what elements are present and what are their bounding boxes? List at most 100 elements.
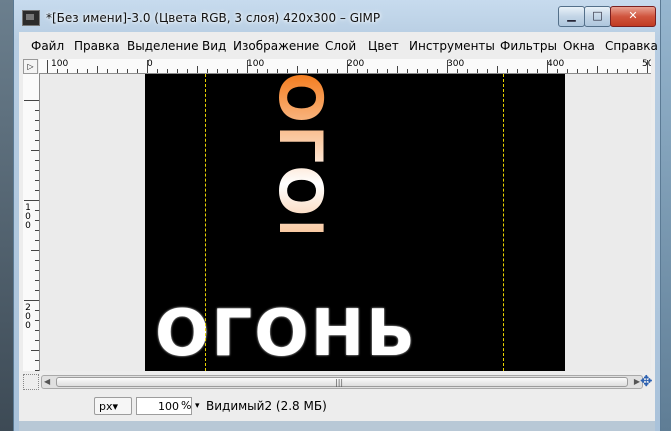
ruler-tick [387,69,388,73]
ruler-tick [137,69,138,73]
ruler-tick [35,110,39,111]
ruler-tick [617,69,618,73]
ruler-tick [167,69,168,73]
ruler-tick [31,350,39,351]
window-bottom-edge [19,421,655,431]
menu-select[interactable]: Выделение [127,39,198,53]
vertical-guide[interactable] [503,74,504,371]
ruler-tick [237,69,238,73]
ruler-tick [35,240,39,241]
ruler-tick [47,60,48,73]
ruler-tick [537,69,538,73]
ruler-tick [35,270,39,271]
horizontal-ruler[interactable]: 100 0 100 200 300 400 50 [39,59,651,74]
scrollbar-thumb[interactable]: ||| [56,377,628,387]
vertical-ruler[interactable]: 1 0 0 2 0 0 [23,74,40,371]
ruler-tick [307,69,308,73]
ruler-tick [35,260,39,261]
ruler-tick [117,69,118,73]
menu-image[interactable]: Изображение [233,39,319,53]
ruler-tick [477,69,478,73]
quick-mask-toggle[interactable] [23,374,39,390]
ruler-tick [77,69,78,73]
maximize-icon: □ [592,9,603,22]
ruler-tick [277,69,278,73]
ruler-tick [35,180,39,181]
menu-layer[interactable]: Слой [325,39,356,53]
ruler-tick [187,69,188,73]
minimize-button[interactable]: ▁ [558,6,585,27]
ruler-tick [397,66,398,73]
zoom-unit-label: % [181,399,192,412]
ruler-tick [227,69,228,73]
ruler-tick [417,69,418,73]
ruler-tick [377,69,378,73]
ruler-tick [35,310,39,311]
gimp-window: *[Без имени]-3.0 (Цвета RGB, 3 слоя) 420… [13,0,661,431]
menu-color[interactable]: Цвет [368,39,399,53]
ruler-tick [507,69,508,73]
close-button[interactable]: ✕ [610,6,656,27]
unit-select[interactable]: px▾ [94,397,132,415]
ruler-tick [317,69,318,73]
menu-tools[interactable]: Инструменты [409,39,495,53]
menu-bar: Файл Правка Выделение Вид Изображение Сл… [19,39,658,57]
ruler-tick [107,69,108,73]
ruler-tick [527,69,528,73]
ruler-label: 0 [25,221,31,231]
ruler-tick [31,250,39,251]
maximize-button[interactable]: □ [584,6,611,27]
ruler-label: 300 [447,59,465,69]
scroll-left-icon[interactable]: ◀ [44,376,50,387]
ruler-tick [597,66,598,73]
ruler-label: 0 [25,321,31,331]
navigate-icon[interactable]: ✥ [640,372,653,390]
ruler-tick [35,120,39,121]
status-message: Видимый2 (2.8 МБ) [206,399,327,413]
ruler-tick [87,69,88,73]
horizontal-scrollbar[interactable]: ◀ ||| ▶ [41,375,643,389]
vertical-guide[interactable] [205,74,206,371]
horizontal-text-layer[interactable]: ОГОНЬ [155,299,417,369]
ruler-tick [67,69,68,73]
zoom-dropdown-icon[interactable]: ▾ [195,397,205,415]
ruler-tick [57,69,58,73]
ruler-tick [347,60,348,73]
ruler-tick [247,60,248,73]
ruler-label: 100 [247,59,265,69]
menu-windows[interactable]: Окна [563,39,595,53]
desktop-edge-left [0,0,13,431]
title-bar[interactable]: *[Без имени]-3.0 (Цвета RGB, 3 слоя) 420… [14,0,660,32]
ruler-tick [627,69,628,73]
canvas-viewport[interactable]: ОГОНЬ ОГОНЬ [40,74,651,371]
ruler-tick [327,69,328,73]
ruler-tick [24,100,39,101]
ruler-tick [35,140,39,141]
menu-view[interactable]: Вид [202,39,226,53]
ruler-tick [35,190,39,191]
menu-filters[interactable]: Фильтры [500,39,557,53]
ruler-tick [157,69,158,73]
ruler-tick [547,60,548,73]
ruler-tick [297,66,298,73]
image-window-client: Файл Правка Выделение Вид Изображение Сл… [19,32,658,431]
ruler-tick [147,60,148,73]
ruler-tick [487,69,488,73]
menu-edit[interactable]: Правка [74,39,120,53]
quick-mask-menu-button[interactable]: ▷ [23,59,38,74]
ruler-tick [35,370,39,371]
ruler-label: 400 [547,59,565,69]
close-icon: ✕ [628,9,638,22]
menu-help[interactable]: Справка [605,39,658,53]
ruler-label: 100 [51,59,69,69]
ruler-tick [35,340,39,341]
image-canvas[interactable]: ОГОНЬ ОГОНЬ [145,74,565,371]
ruler-tick [567,69,568,73]
ruler-tick [607,69,608,73]
ruler-tick [217,69,218,73]
ruler-tick [31,150,39,151]
menu-file[interactable]: Файл [31,39,64,53]
ruler-tick [517,69,518,73]
vertical-text-layer[interactable]: ОГОНЬ [265,74,335,318]
gimp-app-icon[interactable] [22,10,40,26]
